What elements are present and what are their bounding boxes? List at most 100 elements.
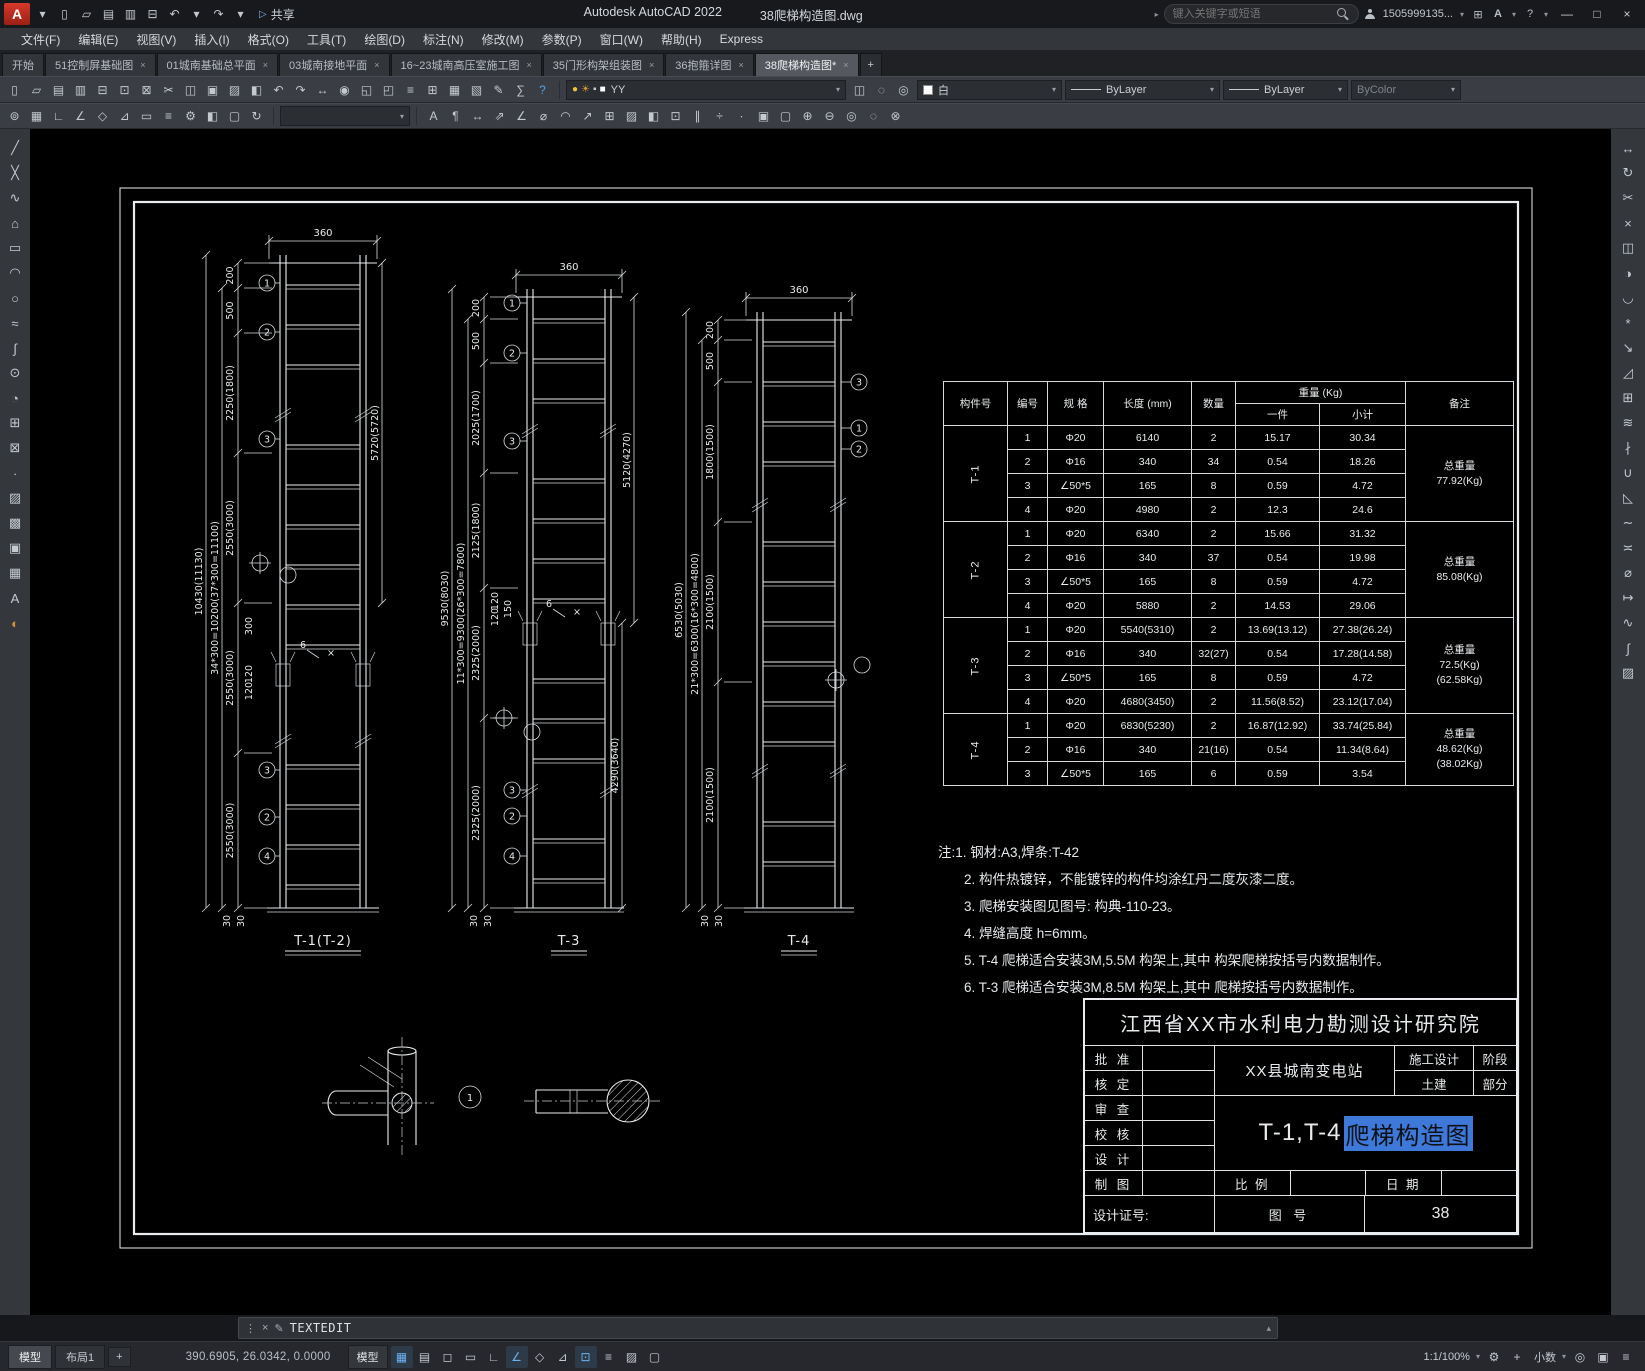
tab-close-icon[interactable]: × [843,60,848,70]
layer-isolate-icon[interactable]: ◎ [893,79,914,100]
save-all-icon[interactable]: ▥ [70,79,91,100]
overkill-icon[interactable]: ⊗ [885,106,906,127]
group-icon[interactable]: ⊕ [797,106,818,127]
fillet-icon[interactable]: ◡ [1617,287,1639,309]
join-icon[interactable]: ∪ [1617,462,1639,484]
menu-item-5[interactable]: 工具(T) [298,28,355,50]
blend-icon[interactable]: ∼ [1617,512,1639,534]
help-search-box[interactable] [1163,4,1359,24]
annotation-plus-icon[interactable]: + [1506,1346,1528,1368]
style-combo[interactable]: ▾ [280,106,410,126]
annotation-scale[interactable]: 1:1/100% [1420,1351,1472,1363]
insert-icon[interactable]: ⊡ [665,106,686,127]
dim-angular-icon[interactable]: ∠ [511,106,532,127]
units-decimal[interactable]: 小数 [1531,1349,1559,1365]
trim-icon[interactable]: ✂ [1617,187,1639,209]
workspace-icon[interactable]: ⚙ [180,106,201,127]
stretch-icon[interactable]: ↘ [1617,337,1639,359]
construction-line-icon[interactable]: ╳ [4,162,26,184]
sheet-set-manager-icon[interactable]: ▧ [466,79,487,100]
user-id[interactable]: 1505999135... [1381,8,1455,20]
tab-close-icon[interactable]: × [738,60,743,70]
block-icon[interactable]: ◧ [643,106,664,127]
osnap-icon[interactable]: ◇ [92,106,113,127]
gradient-icon[interactable]: ▩ [4,512,26,534]
quick-calc-icon[interactable]: ∑ [510,79,531,100]
tab-close-icon[interactable]: × [374,60,379,70]
qsave-icon[interactable]: ▤ [48,79,69,100]
revision-cloud-icon[interactable]: ≈ [4,312,26,334]
workspace-gear-icon[interactable]: ⚙ [1483,1346,1505,1368]
arc-icon[interactable]: ◠ [4,262,26,284]
ortho-icon[interactable]: ∟ [48,106,69,127]
doc-tab-4[interactable]: 16~23城南高压室施工图 × [390,53,542,76]
pan-realtime-icon[interactable]: ↔ [312,79,333,100]
object-snap-tracking-icon[interactable]: ⊿ [552,1346,574,1368]
cut-icon[interactable]: ✂ [158,79,179,100]
markup-set-icon[interactable]: ✎ [488,79,509,100]
tab-close-icon[interactable]: × [526,60,531,70]
isometric-drafting-icon[interactable]: ◇ [529,1346,551,1368]
open-icon[interactable]: ▱ [26,79,47,100]
menu-item-6[interactable]: 绘图(D) [355,28,414,50]
tab-close-icon[interactable]: × [140,60,145,70]
plot-icon[interactable]: ⊟ [142,4,163,25]
point-style-icon[interactable]: ∙ [731,106,752,127]
customization-icon[interactable]: ≡ [1615,1346,1637,1368]
app-menu-caret-icon[interactable]: ▾ [32,4,53,25]
match-properties-icon[interactable]: ▨ [224,79,245,100]
search-icon[interactable] [1336,7,1350,21]
rotate-icon[interactable]: ↻ [1617,162,1639,184]
color-dropdown[interactable]: 白 ▾ [917,79,1062,100]
menu-item-12[interactable]: Express [711,28,772,50]
boundary-icon[interactable]: ▢ [775,106,796,127]
hide-objects-icon[interactable]: ◌ [863,106,884,127]
scale-icon[interactable]: ◿ [1617,362,1639,384]
object-isolate-icon[interactable]: ◎ [1569,1346,1591,1368]
autodesk-app-icon[interactable]: A [1489,4,1507,24]
minimize-button[interactable]: — [1553,2,1581,26]
menu-item-3[interactable]: 插入(I) [185,28,238,50]
line-icon[interactable]: ╱ [4,137,26,159]
named-views-icon[interactable]: ▢ [224,106,245,127]
tool-palettes-icon[interactable]: ▦ [444,79,465,100]
chamfer-icon[interactable]: ◺ [1617,487,1639,509]
align-icon[interactable]: ≍ [1617,537,1639,559]
menu-item-4[interactable]: 格式(O) [239,28,298,50]
plot-icon[interactable]: ⊟ [92,79,113,100]
dyn-input-icon[interactable]: ▭ [136,106,157,127]
mirror-icon[interactable]: ◑ [1617,262,1639,284]
block-editor-icon[interactable]: ◧ [246,79,267,100]
measure-icon[interactable]: ∥ [687,106,708,127]
grid-settings-icon[interactable]: ▦ [26,106,47,127]
share-button[interactable]: ▷ 共享 [259,6,295,23]
region-icon[interactable]: ▣ [4,537,26,559]
model-space-toggle[interactable]: 模型 [347,1344,388,1369]
tab-close-icon[interactable]: × [263,60,268,70]
qsave-icon[interactable]: ▤ [98,4,119,25]
command-close-icon[interactable]: × [262,1322,268,1334]
autocad-logo-icon[interactable]: A [4,3,30,25]
doc-tab-2[interactable]: 01城南基础总平面 × [156,53,279,76]
command-text[interactable]: TEXTEDIT [290,1321,352,1335]
command-history-icon[interactable]: ▴ [1266,1323,1271,1334]
point-icon[interactable]: ∙ [4,462,26,484]
redo-caret-icon[interactable]: ▾ [230,4,251,25]
menu-item-1[interactable]: 编辑(E) [69,28,127,50]
otrack-icon[interactable]: ⊿ [114,106,135,127]
drawing-title-selected-text[interactable]: 爬梯构造图 [1343,1115,1473,1151]
layout1-tab[interactable]: 布局1 [55,1344,106,1369]
linetype-dropdown[interactable]: ByLayer ▾ [1065,79,1220,100]
layer-states-icon[interactable]: ◫ [849,79,870,100]
doc-tab-3[interactable]: 03城南接地平面 × [279,53,390,76]
design-center-icon[interactable]: ⊞ [422,79,443,100]
transparency-icon[interactable]: ▨ [621,1346,643,1368]
menu-item-9[interactable]: 参数(P) [533,28,591,50]
break-icon[interactable]: ∤ [1617,437,1639,459]
rectangle-icon[interactable]: ▭ [4,237,26,259]
erase-icon[interactable]: × [1617,212,1639,234]
new-tab-button[interactable]: + [859,53,882,76]
copy-icon[interactable]: ◫ [1617,237,1639,259]
redo-icon[interactable]: ↷ [290,79,311,100]
spline-icon[interactable]: ∫ [4,337,26,359]
